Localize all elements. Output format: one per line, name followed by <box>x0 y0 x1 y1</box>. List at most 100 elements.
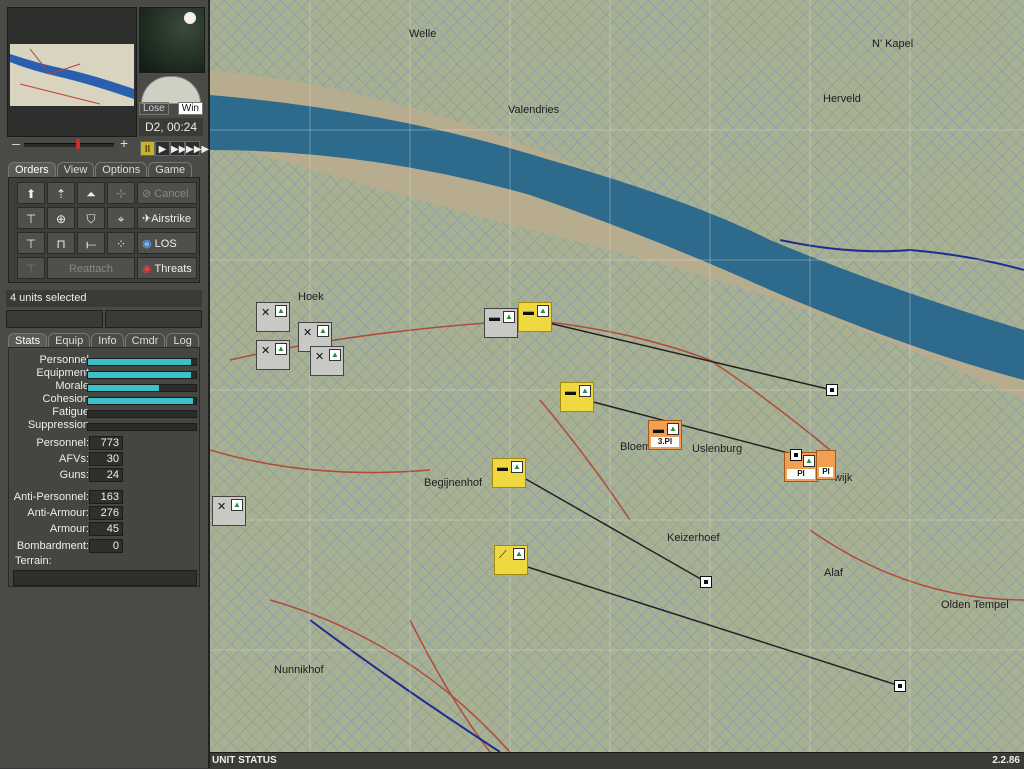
town-label: Uslenburg <box>692 443 743 455</box>
dig-in-icon[interactable]: ⊤ <box>17 232 45 254</box>
rest-icon[interactable]: ⟝ <box>77 232 105 254</box>
slider-knob[interactable] <box>76 139 80 149</box>
play-button[interactable]: ▶ <box>155 141 170 156</box>
selection-status: 4 units selected <box>6 290 202 307</box>
tank-icon: ▬ <box>489 312 500 324</box>
selected-unit[interactable]: ▬ ▲ <box>560 382 594 412</box>
up-arrow-icon: ▲ <box>537 305 549 317</box>
up-arrow-icon: ▲ <box>275 343 287 355</box>
lose-label: Lose <box>139 102 169 115</box>
fast-button[interactable]: ▶▶ <box>170 141 186 156</box>
defend-icon[interactable]: ⊤ <box>17 207 45 229</box>
town-label: Begijnenhof <box>424 477 483 489</box>
num-value: 30 <box>89 452 123 466</box>
gauge-dial <box>141 76 201 104</box>
detail-tabs: Stats Equip Info Cmdr Log <box>8 333 200 349</box>
up-arrow-icon: ▲ <box>329 349 341 361</box>
plus-icon[interactable]: + <box>120 135 128 151</box>
num-label: Armour: <box>49 523 89 535</box>
friendly-unit[interactable]: ✕ ▲ <box>256 302 290 332</box>
num-label: Bombardment: <box>16 540 89 552</box>
move-slow-icon[interactable]: ⏶ <box>77 182 105 204</box>
target-disabled-icon[interactable]: ✢ <box>107 182 135 204</box>
stat-bar <box>87 410 197 418</box>
up-arrow-icon: ▲ <box>513 548 525 560</box>
move-icon[interactable]: ⇡ <box>47 182 75 204</box>
friendly-unit[interactable]: ✕ ▲ <box>256 340 290 370</box>
minimap[interactable] <box>7 7 137 137</box>
stats-panel: Personnel Equipment Morale Cohesion Fati… <box>8 347 200 587</box>
cancel-button[interactable]: ⊘ Cancel <box>137 182 197 204</box>
enemy-unit[interactable]: ▬ ▲ 3.Pl <box>648 420 682 450</box>
waypoint-marker[interactable] <box>700 576 712 588</box>
pause-button[interactable]: II <box>140 141 155 156</box>
red-eye-icon: ◉ <box>142 263 152 275</box>
unit-label: 3.Pl <box>651 437 679 447</box>
victory-gauge: Lose Win <box>139 74 203 115</box>
tab-orders[interactable]: Orders <box>8 162 56 178</box>
unit-label: Pl <box>787 469 815 479</box>
num-value: 276 <box>89 506 123 520</box>
stat-label: Morale <box>55 380 89 392</box>
num-label: Anti-Personnel: <box>13 491 89 503</box>
up-arrow-icon: ▲ <box>511 461 523 473</box>
shield-icon[interactable]: ⛉ <box>77 207 105 229</box>
num-label: Anti-Armour: <box>27 507 89 519</box>
selected-unit[interactable]: ⟋ ▲ <box>494 545 528 575</box>
cancel-label: Cancel <box>154 188 189 200</box>
move-fast-icon[interactable]: ⬆ <box>17 182 45 204</box>
town-label: Keizerhoef <box>667 532 720 544</box>
tab-options[interactable]: Options <box>95 162 148 178</box>
airstrike-button[interactable]: ✈Airstrike <box>137 207 197 229</box>
orders-panel: ⬆ ⇡ ⏶ ✢ ⊘ Cancel ⊤ ⊕ ⛉ ⌖ ✈Airstrike ⊤ ⊓ … <box>8 177 200 283</box>
selected-unit[interactable]: ▬ ▲ <box>492 458 526 488</box>
spread-icon[interactable]: ⁘ <box>107 232 135 254</box>
status-left: UNIT STATUS <box>212 755 277 766</box>
terrain-box <box>13 570 197 586</box>
waypoint-marker[interactable] <box>894 680 906 692</box>
tactical-map[interactable]: Welle N' Kapel Valendries Herveld Hoek B… <box>210 0 1024 752</box>
threats-label: Threats <box>154 263 192 275</box>
detach-icon[interactable]: ⊤ <box>17 257 45 279</box>
num-label: Guns: <box>59 469 89 481</box>
los-button[interactable]: ◉ LOS <box>137 232 197 254</box>
minus-icon[interactable]: – <box>12 135 20 151</box>
stat-label: Personnel <box>39 354 89 366</box>
tank-icon: ▬ <box>653 424 664 436</box>
up-arrow-icon: ▲ <box>579 385 591 397</box>
hold-icon[interactable]: ⊓ <box>47 232 75 254</box>
crosshair-icon[interactable]: ⌖ <box>107 207 135 229</box>
minimap-image[interactable] <box>10 44 134 106</box>
waypoint-marker[interactable] <box>826 384 838 396</box>
threats-button[interactable]: ◉ Threats <box>137 257 197 279</box>
friendly-unit[interactable]: ▬ ▲ <box>484 308 518 338</box>
airstrike-label: Airstrike <box>151 213 191 225</box>
enemy-unit[interactable]: Pl <box>816 450 836 480</box>
town-label: Valendries <box>508 104 560 116</box>
selected-unit[interactable]: ▬ ▲ <box>518 302 552 332</box>
num-value: 0 <box>89 539 123 553</box>
reattach-button[interactable]: Reattach <box>47 257 135 279</box>
town-label: Welle <box>409 28 437 40</box>
map-canvas[interactable] <box>210 0 1024 752</box>
stat-bar <box>87 358 197 366</box>
fastest-button[interactable]: ▶▶▶ <box>185 141 209 156</box>
town-label: Hoek <box>298 291 324 303</box>
town-label: Olden Tempel <box>941 599 1009 611</box>
up-arrow-icon: ▲ <box>803 455 815 467</box>
tab-game[interactable]: Game <box>148 162 193 178</box>
up-arrow-icon: ▲ <box>275 305 287 317</box>
friendly-unit[interactable]: ✕ ▲ <box>310 346 344 376</box>
waypoint-marker[interactable] <box>790 449 802 461</box>
friendly-unit[interactable]: ✕ ▲ <box>212 496 246 526</box>
zoom-slider[interactable]: – + <box>12 135 128 151</box>
town-label: wijk <box>834 472 853 484</box>
slider-track[interactable] <box>24 143 114 147</box>
infantry-icon: ✕ <box>217 501 227 513</box>
control-panel: Lose Win D2, 00:24 – + II ▶ ▶▶ ▶▶▶ Order… <box>0 0 210 768</box>
stat-bar <box>87 384 197 392</box>
town-label: Nunnikhof <box>274 664 324 676</box>
tab-view[interactable]: View <box>56 162 95 178</box>
up-arrow-icon: ▲ <box>231 499 243 511</box>
attack-icon[interactable]: ⊕ <box>47 207 75 229</box>
